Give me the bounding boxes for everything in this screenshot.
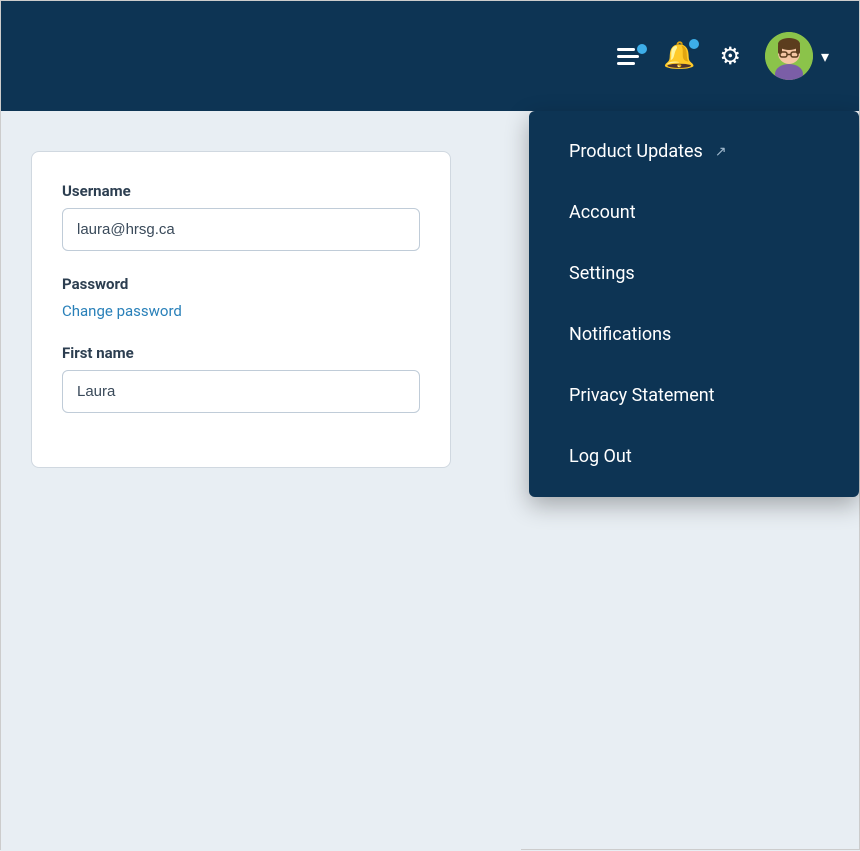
chevron-down-icon: ▾ (821, 47, 829, 66)
dropdown-item-product-updates[interactable]: Product Updates↗ (529, 121, 859, 182)
tasks-icon-button[interactable] (617, 48, 639, 65)
password-group: Password Change password (62, 275, 420, 320)
main-content: Username Password Change password First … (1, 111, 859, 851)
tasks-line-3 (617, 62, 635, 65)
settings-gear-button[interactable]: ⚙ (719, 42, 741, 70)
gear-icon: ⚙ (719, 42, 741, 70)
dropdown-item-notifications[interactable]: Notifications (529, 304, 859, 365)
tasks-line-2 (617, 55, 639, 58)
notifications-badge (687, 37, 701, 51)
dropdown-item-settings[interactable]: Settings (529, 243, 859, 304)
user-menu-button[interactable]: ▾ (765, 32, 829, 80)
change-password-link[interactable]: Change password (62, 302, 182, 320)
dropdown-item-privacy-statement[interactable]: Privacy Statement (529, 365, 859, 426)
tasks-badge (635, 42, 649, 56)
tasks-icon (617, 48, 639, 65)
firstname-input[interactable] (62, 370, 420, 413)
username-group: Username (62, 182, 420, 251)
firstname-group: First name (62, 344, 420, 413)
username-input[interactable] (62, 208, 420, 251)
username-label: Username (62, 182, 420, 200)
form-card: Username Password Change password First … (31, 151, 451, 468)
user-dropdown-menu: Product Updates↗AccountSettingsNotificat… (529, 111, 859, 497)
form-area: Username Password Change password First … (1, 111, 521, 851)
firstname-label: First name (62, 344, 420, 362)
navbar: 🔔 ⚙ ▾ (1, 1, 859, 111)
dropdown-item-account[interactable]: Account (529, 182, 859, 243)
tasks-line-1 (617, 48, 635, 51)
notifications-bell-button[interactable]: 🔔 (663, 41, 695, 71)
external-link-icon: ↗ (715, 144, 727, 160)
dropdown-item-log-out[interactable]: Log Out (529, 426, 859, 487)
avatar (765, 32, 813, 80)
password-label: Password (62, 275, 420, 293)
